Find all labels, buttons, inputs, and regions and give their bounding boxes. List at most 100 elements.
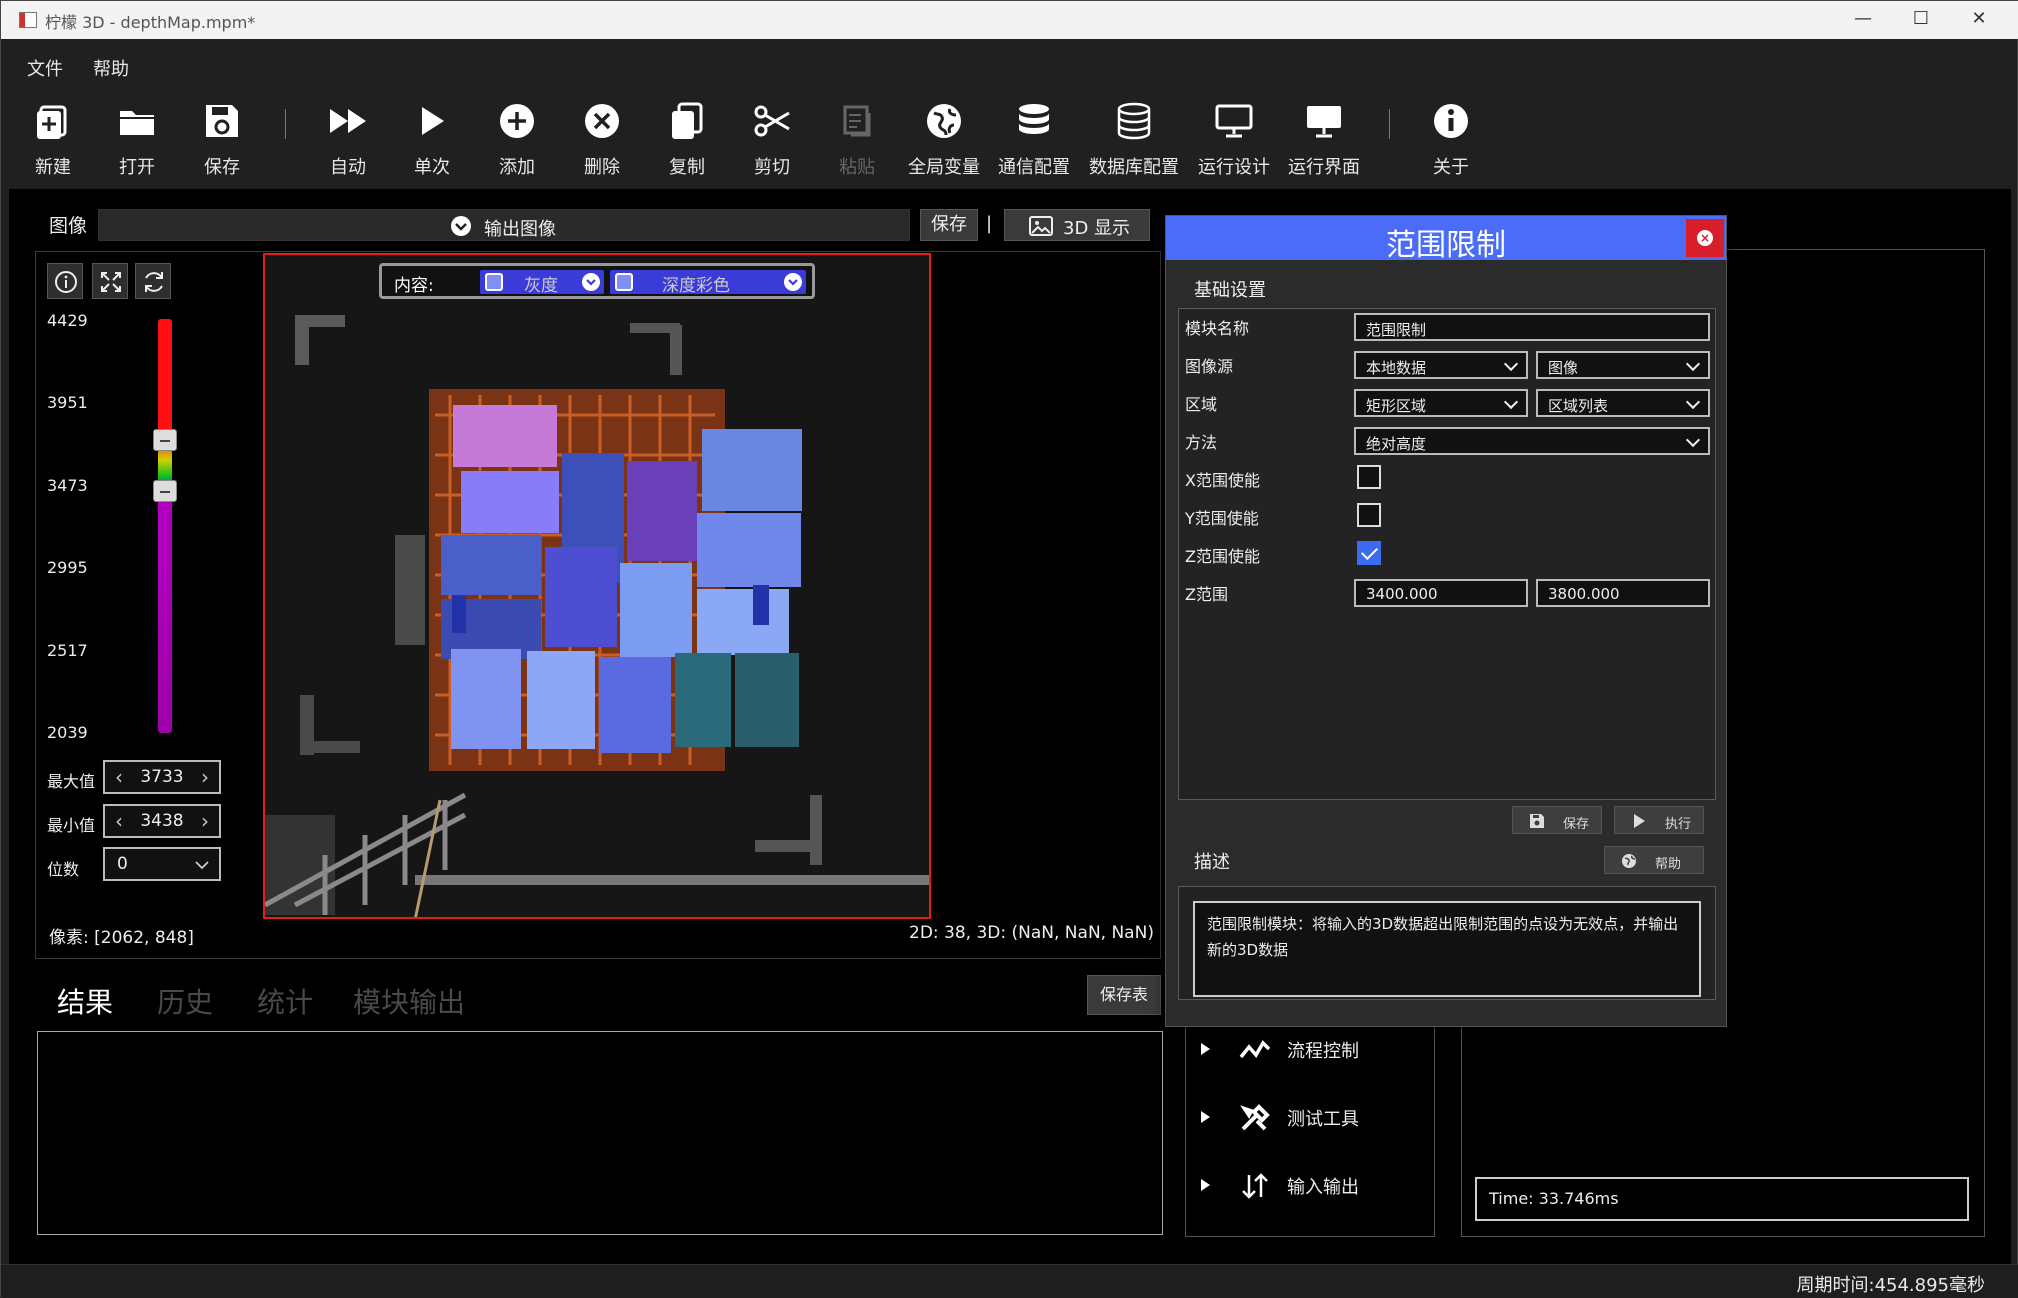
tab-module-output[interactable]: 模块输出 xyxy=(353,981,465,1021)
x-circle-icon xyxy=(585,104,619,138)
z-max-input[interactable]: 3800.000 xyxy=(1536,579,1710,607)
toolbar: 新建 打开 保存 自动 单次 添加 删除 复制 剪切 粘贴 全局变量 通信配置 … xyxy=(1,93,2018,185)
depth-image[interactable] xyxy=(263,253,931,919)
increment-icon[interactable]: › xyxy=(201,809,209,833)
about-button[interactable]: 关于 xyxy=(1408,93,1494,185)
menu-help[interactable]: 帮助 xyxy=(93,55,129,81)
grayscale-checkbox[interactable] xyxy=(485,273,503,291)
image-select[interactable]: 图像 xyxy=(1536,351,1710,379)
method-label: 方法 xyxy=(1185,433,1218,452)
increment-icon[interactable]: › xyxy=(201,765,209,789)
depth-color-checkbox[interactable] xyxy=(615,273,633,291)
add-button[interactable]: 添加 xyxy=(474,93,560,185)
comm-config-button[interactable]: 通信配置 xyxy=(991,93,1077,185)
min-value-label: 最小值 xyxy=(47,816,96,835)
maximize-button[interactable]: ☐ xyxy=(1891,1,1951,39)
tree-item-label: 流程控制 xyxy=(1287,1041,1359,1062)
fit-view-button[interactable] xyxy=(92,263,128,299)
expand-arrow-icon[interactable] xyxy=(1201,1043,1210,1055)
scale-tick: 3473 xyxy=(47,476,88,495)
copy-button[interactable]: 复制 xyxy=(644,93,730,185)
dialog-help-button[interactable]: 帮助 xyxy=(1604,846,1704,874)
z-min-input[interactable]: 3400.000 xyxy=(1354,579,1528,607)
scale-tick: 3951 xyxy=(47,393,88,412)
run-ui-label: 运行界面 xyxy=(1288,157,1360,178)
image-value: 图像 xyxy=(1548,359,1579,377)
flow-control-icon xyxy=(1239,1040,1271,1059)
digits-select[interactable]: 0 xyxy=(103,847,221,881)
toolbar-separator xyxy=(285,109,286,139)
scale-tick: 2995 xyxy=(47,558,88,577)
tab-history[interactable]: 历史 xyxy=(157,981,213,1021)
dialog-close-button[interactable]: × xyxy=(1686,219,1724,257)
cut-button[interactable]: 剪切 xyxy=(729,93,815,185)
save-table-button[interactable]: 保存表 xyxy=(1087,975,1161,1015)
max-value-spinbox[interactable]: ‹ 3733 › xyxy=(103,760,221,794)
database-icon xyxy=(1019,104,1049,134)
fast-forward-icon xyxy=(330,109,366,133)
min-value-spinbox[interactable]: ‹ 3438 › xyxy=(103,804,221,838)
expand-arrow-icon[interactable] xyxy=(1201,1111,1210,1123)
dialog-title-bar[interactable]: 范围限制 × xyxy=(1166,216,1726,263)
x-enable-checkbox[interactable] xyxy=(1357,465,1381,489)
paste-button[interactable]: 粘贴 xyxy=(814,93,900,185)
chevron-down-icon[interactable] xyxy=(582,273,600,291)
tab-results[interactable]: 结果 xyxy=(57,981,113,1021)
save-icon xyxy=(1530,814,1544,828)
x-enable-label: X范围使能 xyxy=(1185,471,1260,490)
image-save-button[interactable]: 保存 xyxy=(920,209,978,241)
new-file-icon xyxy=(37,105,67,139)
results-table[interactable] xyxy=(37,1031,1163,1235)
method-select[interactable]: 绝对高度 xyxy=(1354,427,1710,455)
minimize-button[interactable]: — xyxy=(1833,1,1893,39)
image-icon xyxy=(1029,216,1053,236)
tab-statistics[interactable]: 统计 xyxy=(257,981,313,1021)
run-ui-button[interactable]: 运行界面 xyxy=(1281,93,1367,185)
region-type-select[interactable]: 矩形区域 xyxy=(1354,389,1528,417)
chevron-down-icon[interactable] xyxy=(784,273,802,291)
y-enable-checkbox[interactable] xyxy=(1357,503,1381,527)
paste-icon xyxy=(843,105,871,137)
info-button[interactable] xyxy=(47,263,83,299)
expand-arrow-icon[interactable] xyxy=(1201,1179,1210,1191)
depth-color-toggle[interactable]: 深度彩色 xyxy=(610,270,806,296)
dialog-save-button[interactable]: 保存 xyxy=(1512,806,1602,834)
menu-file[interactable]: 文件 xyxy=(27,55,63,81)
run-design-button[interactable]: 运行设计 xyxy=(1191,93,1277,185)
z-enable-checkbox[interactable] xyxy=(1357,541,1381,565)
chevron-down-icon xyxy=(451,216,471,236)
delete-button[interactable]: 删除 xyxy=(559,93,645,185)
basic-settings-heading: 基础设置 xyxy=(1194,280,1266,301)
min-range-handle[interactable] xyxy=(153,480,177,502)
chevron-down-icon xyxy=(1503,394,1519,410)
image-source-select[interactable]: 本地数据 xyxy=(1354,351,1528,379)
scissors-icon xyxy=(754,105,790,137)
depth-color-bar xyxy=(158,319,172,733)
play-icon xyxy=(422,107,444,135)
max-range-handle[interactable] xyxy=(153,429,177,451)
single-button[interactable]: 单次 xyxy=(389,93,475,185)
grayscale-toggle[interactable]: 灰度 xyxy=(480,270,604,296)
global-vars-button[interactable]: 全局变量 xyxy=(901,93,987,185)
module-name-input[interactable]: 范围限制 xyxy=(1354,313,1710,341)
globe-icon xyxy=(1622,854,1636,868)
content-toggle-bar: 内容: 灰度 深度彩色 xyxy=(379,263,815,299)
depth-image-render xyxy=(265,255,929,917)
display-3d-button[interactable]: 3D 显示 xyxy=(1004,209,1150,241)
close-button[interactable]: ✕ xyxy=(1949,1,2009,39)
play-icon xyxy=(1634,814,1645,828)
app-icon xyxy=(19,12,37,28)
tree-item-label: 测试工具 xyxy=(1287,1109,1359,1130)
region-list-value: 区域列表 xyxy=(1548,397,1609,415)
db-config-button[interactable]: 数据库配置 xyxy=(1089,93,1179,185)
region-list-select[interactable]: 区域列表 xyxy=(1536,389,1710,417)
open-button[interactable]: 打开 xyxy=(94,93,180,185)
folder-icon xyxy=(120,111,154,135)
image-selector[interactable]: 输出图像 xyxy=(98,209,910,241)
refresh-button[interactable] xyxy=(135,263,171,299)
method-value: 绝对高度 xyxy=(1366,435,1427,453)
save-button[interactable]: 保存 xyxy=(179,93,265,185)
dialog-run-button[interactable]: 执行 xyxy=(1614,806,1704,834)
monitor-icon xyxy=(1215,104,1253,138)
region-type-value: 矩形区域 xyxy=(1366,397,1427,415)
